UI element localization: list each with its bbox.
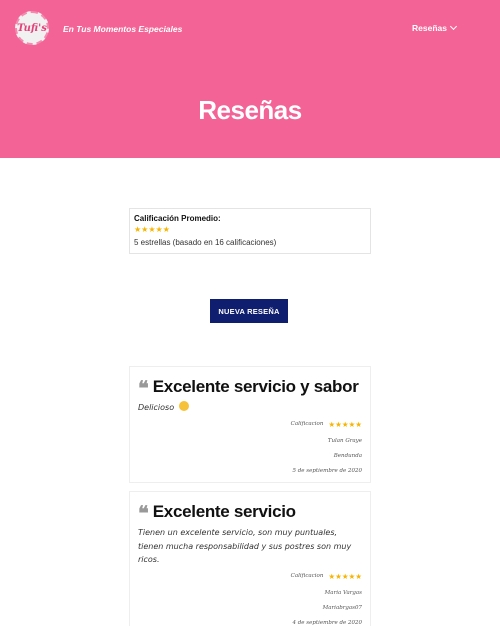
average-rating-label: Calificación Promedio: <box>134 214 221 223</box>
review-card: ❝ Excelente servicio y sabor Delicioso C… <box>129 366 371 483</box>
review-location: Mariabrgas07 <box>322 604 362 611</box>
rating-label: Calificacion <box>290 421 324 427</box>
average-rating-box: Calificación Promedio: ★★★★★ 5 estrellas… <box>129 208 371 254</box>
review-date: 5 de septiembre de 2020 <box>292 467 362 474</box>
review-author: Tulan Graye <box>327 437 362 444</box>
nav-resenas-label: Reseñas <box>412 23 447 33</box>
yum-emoji-icon <box>178 401 189 411</box>
logo-text: Tufi's <box>17 22 47 34</box>
review-body: Delicioso <box>138 401 362 415</box>
review-author: Maria Vargas <box>324 589 362 596</box>
nav-resenas-menu[interactable]: Reseñas <box>412 22 458 33</box>
review-title: Excelente servicio <box>152 502 296 521</box>
review-body: Tienen un excelente servicio, son muy pu… <box>138 528 352 564</box>
page-title: Reseñas <box>198 94 302 125</box>
average-rating-stars: ★★★★★ <box>134 225 170 234</box>
new-review-button[interactable]: NUEVA RESEÑA <box>210 299 288 323</box>
review-card: ❝ Excelente servicio Tienen un excelente… <box>129 491 371 626</box>
review-stars: ★★★★★ <box>328 419 362 429</box>
average-rating-text: 5 estrellas (basado en 16 calificaciones… <box>134 238 277 247</box>
site-tagline: En Tus Momentos Especiales <box>63 24 183 34</box>
rating-label: Calificacion <box>290 573 324 579</box>
brand-logo[interactable]: Tufi's <box>15 11 49 45</box>
review-body-text: Delicioso <box>138 403 175 412</box>
chevron-down-icon <box>449 22 458 31</box>
page-hero: Reseñas <box>0 62 500 158</box>
review-stars: ★★★★★ <box>328 571 362 581</box>
quote-icon: ❝ <box>138 501 149 525</box>
review-date: 4 de septiembre de 2020 <box>292 619 362 626</box>
review-location: Bendunda <box>333 452 362 459</box>
review-title: Excelente servicio y sabor <box>152 377 359 396</box>
top-bar: Tufi's En Tus Momentos Especiales Reseña… <box>0 0 500 62</box>
quote-icon: ❝ <box>138 376 149 400</box>
